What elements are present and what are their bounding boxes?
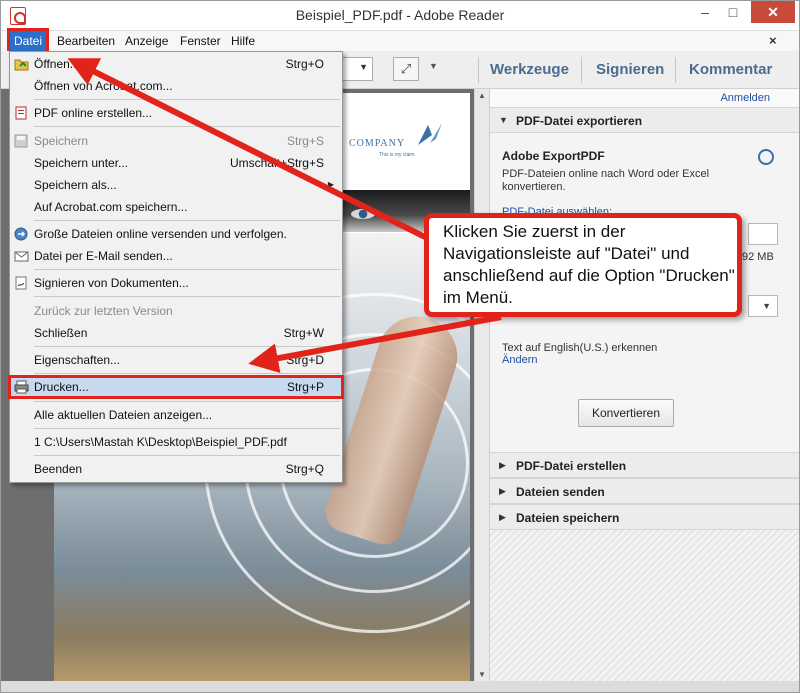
toolbar-separator <box>478 57 479 83</box>
scroll-down-icon[interactable]: ▼ <box>478 670 486 679</box>
submenu-arrow-icon: ▶ <box>327 180 334 189</box>
export-description: PDF-Dateien online nach Word oder Excel … <box>502 168 710 193</box>
menu-item-grosse-dateien[interactable]: Große Dateien online versenden und verfo… <box>10 224 342 244</box>
menu-datei[interactable]: Datei <box>6 28 50 54</box>
menu-separator <box>34 296 340 297</box>
convert-button[interactable]: Konvertieren <box>578 399 674 427</box>
section-label: Dateien senden <box>516 485 605 499</box>
email-icon <box>14 251 29 262</box>
menu-separator <box>34 455 340 456</box>
chevron-down-icon: ▼ <box>359 62 368 72</box>
minimize-button[interactable]: – <box>691 1 719 23</box>
section-pdf-erstellen[interactable]: ▶ PDF-Datei erstellen <box>490 452 799 478</box>
language-text: Text auf English(U.S.) erkennen <box>502 342 658 354</box>
menu-bar: Datei Bearbeiten Anzeige Fenster Hilfe × <box>1 28 799 54</box>
panel-header: Anmelden <box>490 89 799 107</box>
chevron-down-icon[interactable]: ▼ <box>429 61 438 71</box>
menu-item-alle-dateien[interactable]: Alle aktuellen Dateien anzeigen... <box>10 405 342 425</box>
printer-icon <box>14 380 29 394</box>
format-dropdown[interactable]: ▼ <box>748 295 778 317</box>
zoom-dropdown[interactable]: ▼ <box>341 57 373 81</box>
menu-item-pdf-online-erstellen[interactable]: PDF online erstellen... <box>10 103 342 123</box>
section-dateien-speichern[interactable]: ▶ Dateien speichern <box>490 504 799 530</box>
toolbar-separator <box>581 57 582 83</box>
menu-item-drucken[interactable]: Drucken... Strg+P <box>8 375 344 399</box>
menu-separator <box>34 99 340 100</box>
open-folder-icon <box>14 59 29 71</box>
tab-werkzeuge[interactable]: Werkzeuge <box>490 61 569 78</box>
anmelden-link[interactable]: Anmelden <box>720 92 770 104</box>
fullscreen-icon[interactable]: ⤢ <box>393 57 419 81</box>
close-button[interactable]: ✕ <box>751 1 795 23</box>
butterfly-logo-icon <box>418 123 442 145</box>
menu-separator <box>34 220 340 221</box>
menu-item-speichern-als[interactable]: Speichern als... ▶ <box>10 175 342 195</box>
app-window: Beispiel_PDF.pdf - Adobe Reader – □ ✕ Da… <box>0 0 800 693</box>
section-label: Dateien speichern <box>516 511 620 525</box>
file-size: 92 MB <box>742 251 774 263</box>
menu-item-recent-file[interactable]: 1 C:\Users\Mastah K\Desktop\Beispiel_PDF… <box>10 432 342 452</box>
menu-separator <box>34 346 340 347</box>
menu-separator <box>34 401 340 402</box>
chevron-down-icon: ▼ <box>762 301 771 311</box>
menu-bearbeiten[interactable]: Bearbeiten <box>57 34 115 48</box>
window-title: Beispiel_PDF.pdf - Adobe Reader <box>295 7 505 23</box>
tab-kommentar[interactable]: Kommentar <box>689 61 772 78</box>
export-info-icon[interactable] <box>758 149 774 165</box>
menu-item-oeffnen[interactable]: Öffnen... Strg+O <box>10 54 342 74</box>
company-claim: This is my claim <box>379 152 415 158</box>
vertical-scrollbar[interactable]: ▲ ▼ <box>474 89 489 681</box>
menu-item-oeffnen-acrobat[interactable]: Öffnen von Acrobat.com... <box>10 76 342 96</box>
file-menu: Öffnen... Strg+O Öffnen von Acrobat.com.… <box>8 51 344 483</box>
menu-hilfe[interactable]: Hilfe <box>231 34 255 48</box>
section-label: PDF-Datei erstellen <box>516 459 627 473</box>
right-panel: Anmelden ▼ PDF-Datei exportieren Adobe E… <box>489 89 799 681</box>
title-bar: Beispiel_PDF.pdf - Adobe Reader – □ ✕ <box>1 1 799 31</box>
close-document-icon[interactable]: × <box>769 33 777 48</box>
tab-signieren[interactable]: Signieren <box>596 61 664 78</box>
menu-item-email[interactable]: Datei per E-Mail senden... <box>10 246 342 266</box>
menu-item-speichern-unter[interactable]: Speichern unter... Umschalt+Strg+S <box>10 153 342 173</box>
sign-icon <box>15 276 27 290</box>
eye-image <box>351 209 375 219</box>
menu-item-acrobat-speichern[interactable]: Auf Acrobat.com speichern... <box>10 197 342 217</box>
menu-item-eigenschaften[interactable]: Eigenschaften... Strg+D <box>10 350 342 370</box>
menu-item-speichern: Speichern Strg+S <box>10 131 342 151</box>
expand-right-icon: ▶ <box>499 460 506 470</box>
menu-anzeige[interactable]: Anzeige <box>125 34 168 48</box>
expand-right-icon: ▶ <box>499 512 506 522</box>
menu-item-signieren[interactable]: Signieren von Dokumenten... <box>10 273 342 293</box>
section-label: PDF-Datei exportieren <box>516 114 643 128</box>
callout-text: Klicken Sie zuerst in der Navigationslei… <box>443 222 735 307</box>
save-icon <box>14 134 28 148</box>
status-bar <box>1 681 799 692</box>
company-logo-text: COMPANY <box>349 138 406 149</box>
menu-item-schliessen[interactable]: Schließen Strg+W <box>10 323 342 343</box>
menu-separator <box>34 373 340 374</box>
menu-separator <box>34 269 340 270</box>
instruction-callout: Klicken Sie zuerst in der Navigationslei… <box>424 213 742 317</box>
menu-item-beenden[interactable]: Beenden Strg+Q <box>10 459 342 479</box>
expand-right-icon: ▶ <box>499 486 506 496</box>
expand-down-icon: ▼ <box>499 115 508 125</box>
menu-separator <box>34 126 340 127</box>
menu-separator <box>34 428 340 429</box>
menu-item-zurueck: Zurück zur letzten Version <box>34 304 173 318</box>
menu-fenster[interactable]: Fenster <box>180 34 221 48</box>
section-dateien-senden[interactable]: ▶ Dateien senden <box>490 478 799 504</box>
maximize-button[interactable]: □ <box>719 1 747 23</box>
export-title: Adobe ExportPDF <box>502 149 605 163</box>
toolbar-separator <box>675 57 676 83</box>
change-language-link[interactable]: Ändern <box>502 354 537 366</box>
send-files-icon <box>14 227 28 241</box>
section-pdf-exportieren[interactable]: ▼ PDF-Datei exportieren <box>490 107 799 133</box>
pdf-create-icon <box>15 106 27 120</box>
file-select-box[interactable] <box>748 223 778 245</box>
scroll-up-icon[interactable]: ▲ <box>478 91 486 100</box>
